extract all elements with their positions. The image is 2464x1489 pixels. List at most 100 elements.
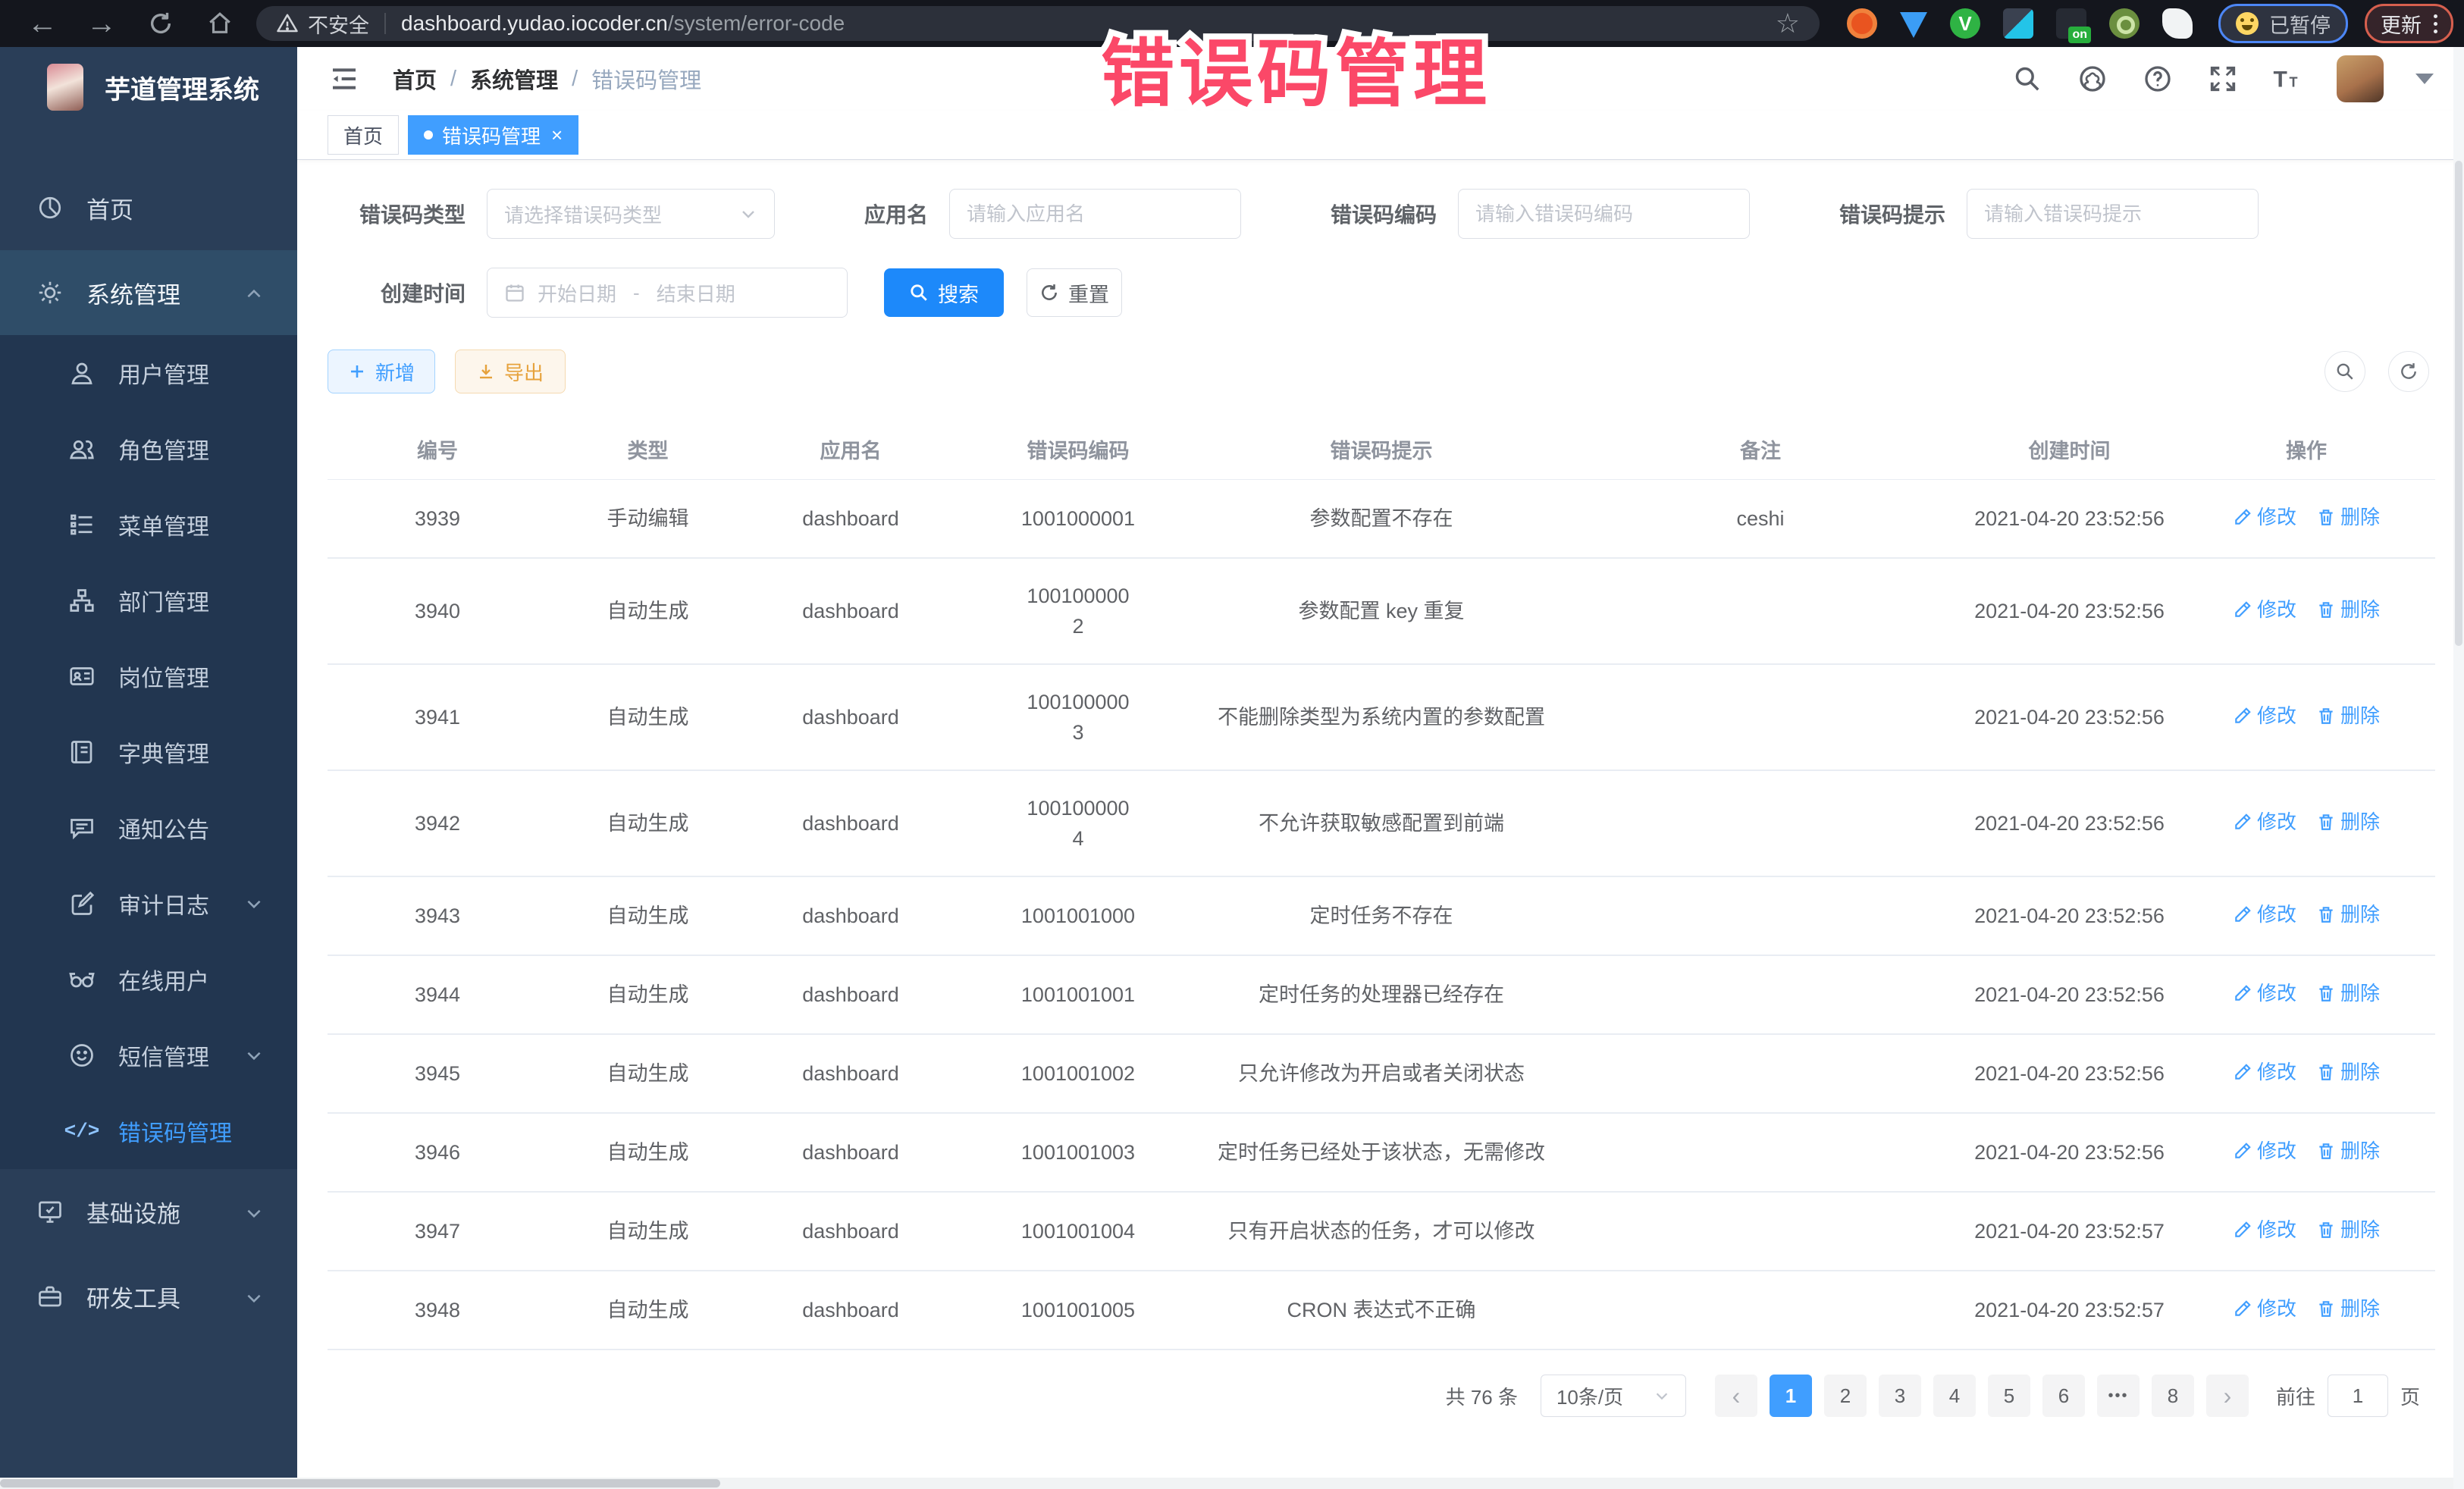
delete-link[interactable]: 删除 <box>2316 502 2380 532</box>
url-host[interactable]: dashboard.yudao.iocoder.cn <box>401 11 668 36</box>
add-button[interactable]: 新增 <box>328 350 435 393</box>
next-page-button[interactable]: › <box>2206 1375 2249 1417</box>
sidebar-item-error-code-management[interactable]: </>错误码管理 <box>0 1093 297 1169</box>
not-secure-warning-icon <box>276 12 299 35</box>
bookmark-star-icon[interactable]: ☆ <box>1776 10 1800 37</box>
collapse-sidebar-icon[interactable] <box>328 62 361 96</box>
date-range-picker[interactable]: 开始日期 - 结束日期 <box>487 268 848 318</box>
page-button-3[interactable]: 3 <box>1879 1375 1921 1417</box>
edit-link[interactable]: 修改 <box>2233 1215 2296 1245</box>
page-size-select[interactable]: 10条/页 <box>1541 1375 1686 1417</box>
profile-paused-chip[interactable]: 已暂停 <box>2218 4 2348 43</box>
error-code-type-select[interactable]: 请选择错误码类型 <box>487 189 775 239</box>
address-bar[interactable]: 不安全 dashboard.yudao.iocoder.cn /system/e… <box>256 6 1820 41</box>
sidebar-item-department-management[interactable]: 部门管理 <box>0 563 297 638</box>
goto-page-input[interactable] <box>2328 1375 2388 1417</box>
page-button-2[interactable]: 2 <box>1824 1375 1867 1417</box>
vertical-scrollbar[interactable] <box>2453 47 2464 1489</box>
extensions-puzzle-icon[interactable] <box>2162 8 2193 39</box>
menu-list-icon <box>65 508 99 541</box>
delete-link[interactable]: 删除 <box>2316 807 2380 837</box>
tab-home[interactable]: 首页 <box>328 115 399 155</box>
extension-key-icon[interactable] <box>2109 8 2140 39</box>
vertical-scrollbar-thumb[interactable] <box>2455 161 2462 646</box>
edit-link[interactable]: 修改 <box>2233 899 2296 929</box>
sidebar-item-home[interactable]: 首页 <box>0 165 297 250</box>
download-icon <box>477 362 495 381</box>
refresh-table-button[interactable] <box>2388 351 2429 392</box>
github-icon[interactable] <box>2076 62 2109 96</box>
url-path[interactable]: /system/error-code <box>668 11 845 36</box>
reload-icon[interactable] <box>144 7 177 40</box>
sidebar-item-infrastructure[interactable]: 基础设施 <box>0 1169 297 1254</box>
edit-link[interactable]: 修改 <box>2233 594 2296 625</box>
edit-link[interactable]: 修改 <box>2233 1057 2296 1087</box>
extension-tiles-icon[interactable] <box>2003 8 2033 39</box>
sidebar-item-dev-tools[interactable]: 研发工具 <box>0 1254 297 1339</box>
fullscreen-icon[interactable] <box>2206 62 2240 96</box>
logo[interactable]: 芋道管理系统 <box>0 47 297 127</box>
search-button[interactable]: 搜索 <box>884 268 1004 317</box>
sidebar-item-dict-management[interactable]: 字典管理 <box>0 714 297 790</box>
home-icon[interactable] <box>203 7 237 40</box>
delete-link[interactable]: 删除 <box>2316 701 2380 731</box>
reset-button[interactable]: 重置 <box>1027 268 1122 317</box>
edit-link[interactable]: 修改 <box>2233 1293 2296 1324</box>
back-icon[interactable]: ← <box>26 7 59 40</box>
sidebar-item-user-management[interactable]: 用户管理 <box>0 335 297 411</box>
edit-link[interactable]: 修改 <box>2233 978 2296 1008</box>
edit-link[interactable]: 修改 <box>2233 1136 2296 1166</box>
sidebar-item-audit-log[interactable]: 审计日志 <box>0 866 297 942</box>
sidebar-item-menu-management[interactable]: 菜单管理 <box>0 487 297 563</box>
error-code-input[interactable] <box>1459 190 1749 238</box>
delete-link[interactable]: 删除 <box>2316 594 2380 625</box>
app-name-input[interactable] <box>950 190 1240 238</box>
user-menu-caret-icon[interactable] <box>2415 74 2434 84</box>
security-label[interactable]: 不安全 <box>308 9 369 39</box>
extension-on-badge-icon[interactable] <box>2056 8 2086 39</box>
horizontal-scrollbar-thumb[interactable] <box>0 1479 720 1487</box>
extension-green-v-icon[interactable]: V <box>1950 8 1980 39</box>
browser-update-button[interactable]: 更新 <box>2365 4 2453 43</box>
user-avatar[interactable] <box>2337 55 2384 102</box>
delete-link[interactable]: 删除 <box>2316 899 2380 929</box>
breadcrumb-item[interactable]: 系统管理 <box>470 63 558 95</box>
search-icon[interactable] <box>2011 62 2044 96</box>
horizontal-scrollbar[interactable] <box>0 1478 2453 1489</box>
edit-link[interactable]: 修改 <box>2233 807 2296 837</box>
help-question-icon[interactable] <box>2141 62 2174 96</box>
delete-link[interactable]: 删除 <box>2316 1136 2380 1166</box>
prev-page-button[interactable]: ‹ <box>1715 1375 1757 1417</box>
delete-link[interactable]: 删除 <box>2316 1215 2380 1245</box>
font-size-icon[interactable]: TT <box>2271 62 2305 96</box>
sidebar-item-role-management[interactable]: 角色管理 <box>0 411 297 487</box>
extension-gem-icon[interactable] <box>1900 12 1927 38</box>
sidebar-item-post-management[interactable]: 岗位管理 <box>0 638 297 714</box>
error-hint-input[interactable] <box>1967 190 2258 238</box>
forward-icon[interactable]: → <box>85 7 118 40</box>
edit-link[interactable]: 修改 <box>2233 701 2296 731</box>
delete-link[interactable]: 删除 <box>2316 1293 2380 1324</box>
page-button-8[interactable]: 8 <box>2152 1375 2194 1417</box>
page-button-5[interactable]: 5 <box>1988 1375 2030 1417</box>
sidebar-item-online-users[interactable]: 在线用户 <box>0 942 297 1017</box>
page-button-6[interactable]: 6 <box>2042 1375 2085 1417</box>
sidebar-item-notice-announcement[interactable]: 通知公告 <box>0 790 297 866</box>
tab-close-icon[interactable]: × <box>551 125 563 145</box>
edit-link[interactable]: 修改 <box>2233 502 2296 532</box>
delete-link[interactable]: 删除 <box>2316 1057 2380 1087</box>
sidebar-item-system-management[interactable]: 系统管理 <box>0 250 297 335</box>
more-pages-icon[interactable]: ••• <box>2097 1375 2140 1417</box>
tab-error-code-management[interactable]: 错误码管理 × <box>408 115 578 155</box>
sidebar-item-sms-management[interactable]: 短信管理 <box>0 1017 297 1093</box>
browser-menu-kebab-icon[interactable] <box>2434 14 2437 33</box>
page-button-4[interactable]: 4 <box>1933 1375 1976 1417</box>
table-column-header: 应用名 <box>748 419 953 480</box>
delete-link[interactable]: 删除 <box>2316 978 2380 1008</box>
export-button[interactable]: 导出 <box>455 350 566 393</box>
breadcrumb-item[interactable]: 首页 <box>393 63 437 95</box>
page-button-1[interactable]: 1 <box>1770 1375 1812 1417</box>
toggle-search-button[interactable] <box>2324 351 2365 392</box>
delete-icon <box>2316 812 2336 832</box>
extension-orange-icon[interactable] <box>1847 8 1877 39</box>
